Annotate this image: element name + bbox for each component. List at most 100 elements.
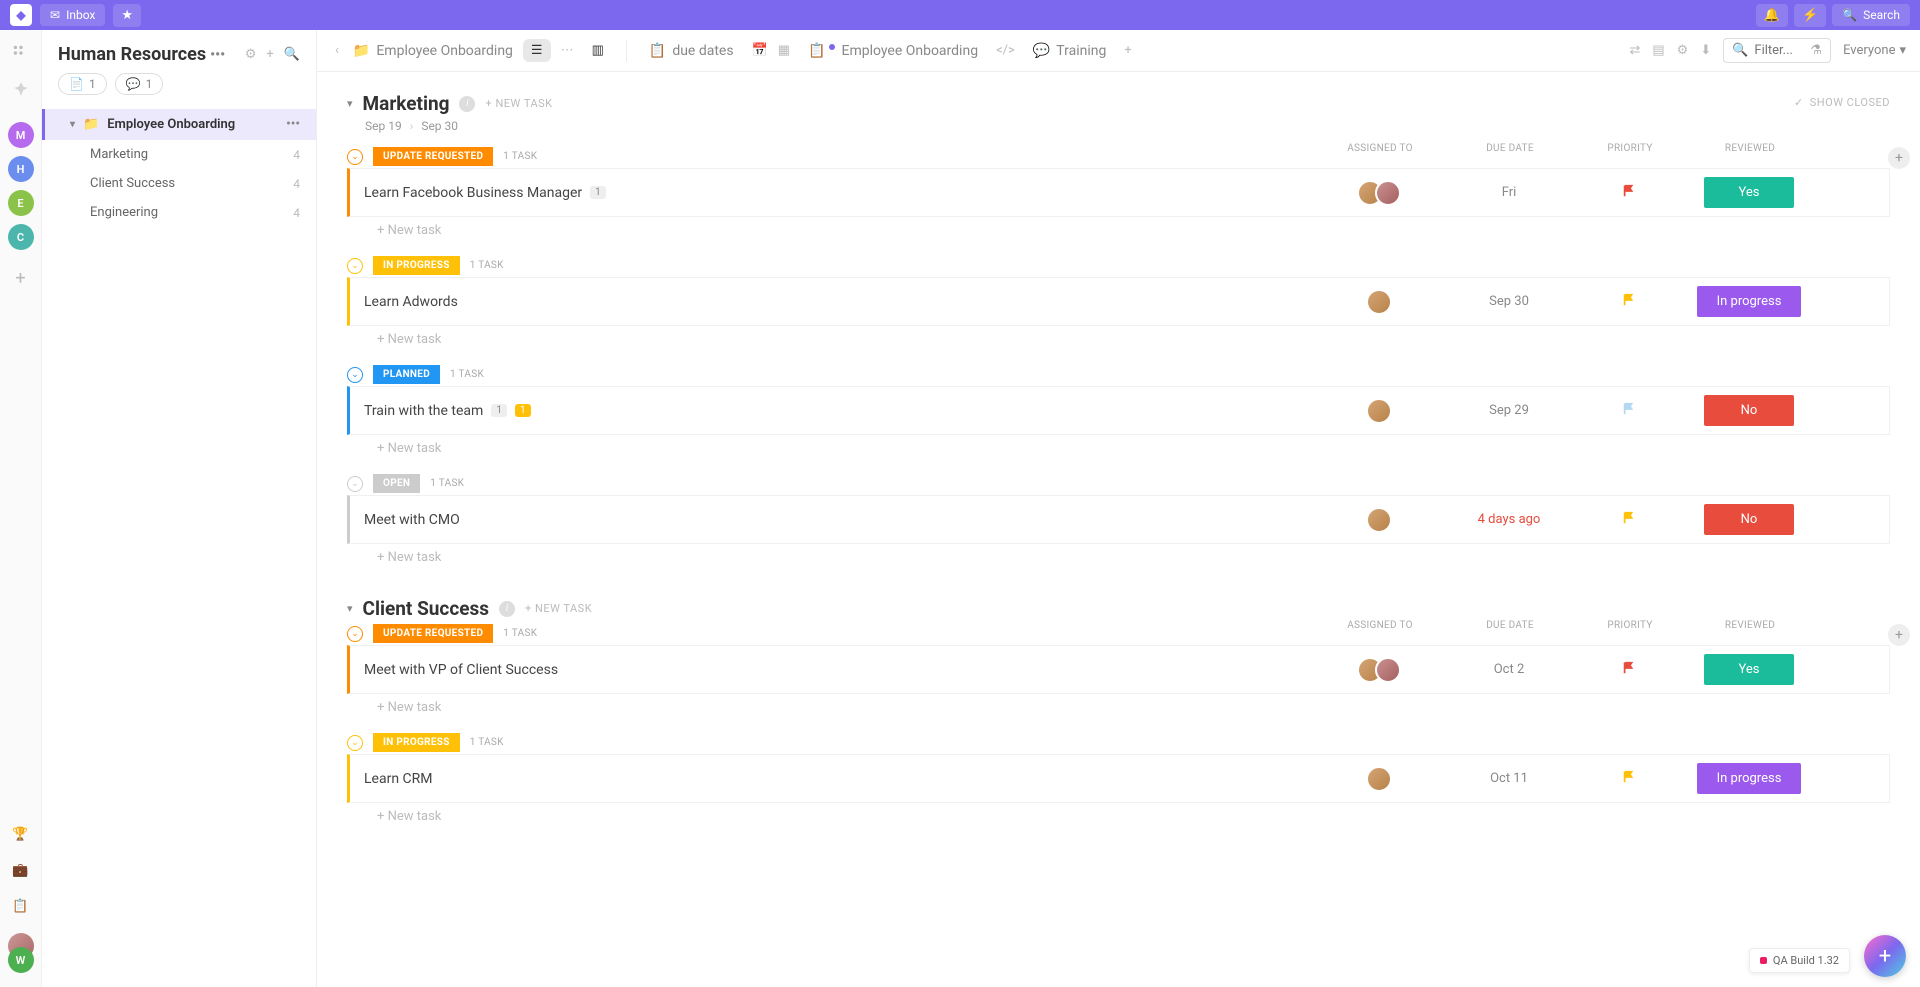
- task-reviewed[interactable]: Yes: [1689, 654, 1809, 685]
- add-column-button[interactable]: +: [1888, 147, 1910, 169]
- status-collapse-toggle[interactable]: ⌄: [347, 476, 363, 492]
- calendar-icon[interactable]: 📅: [752, 43, 768, 58]
- section-new-task-button[interactable]: + NEW TASK: [525, 602, 592, 615]
- task-priority[interactable]: [1579, 402, 1679, 420]
- qa-build-badge[interactable]: QA Build 1.32: [1749, 948, 1850, 973]
- status-badge[interactable]: IN PROGRESS: [373, 256, 460, 275]
- section-collapse-toggle[interactable]: ▾: [347, 602, 353, 615]
- search-button[interactable]: 🔍 Search: [1832, 4, 1910, 26]
- new-task-button[interactable]: + New task: [347, 435, 1890, 456]
- section-title[interactable]: Client Success: [363, 597, 489, 620]
- sidebar-subitem[interactable]: Engineering4: [42, 198, 316, 227]
- section-collapse-toggle[interactable]: ▾: [347, 97, 353, 110]
- status-badge[interactable]: IN PROGRESS: [373, 733, 460, 752]
- status-collapse-toggle[interactable]: ⌄: [347, 735, 363, 751]
- tab-employee-onboarding[interactable]: 📋 Employee Onboarding: [800, 43, 986, 59]
- inbox-button[interactable]: ✉ Inbox: [40, 4, 105, 26]
- notifications-button[interactable]: 🔔: [1756, 4, 1788, 27]
- task-due-date[interactable]: Sep 29: [1449, 403, 1569, 418]
- task-priority[interactable]: [1579, 770, 1679, 788]
- filter-icon[interactable]: ⚗: [1810, 43, 1822, 58]
- status-collapse-toggle[interactable]: ⌄: [347, 149, 363, 165]
- task-reviewed[interactable]: In progress: [1689, 763, 1809, 794]
- new-task-button[interactable]: + New task: [347, 544, 1890, 565]
- clipboard-icon[interactable]: 📋: [12, 897, 30, 915]
- task-reviewed[interactable]: Yes: [1689, 177, 1809, 208]
- info-icon[interactable]: i: [499, 601, 515, 617]
- add-column-button[interactable]: +: [1888, 624, 1910, 646]
- quick-action-button[interactable]: ⚡: [1794, 4, 1826, 27]
- filter-input-wrapper[interactable]: 🔍 ⚗: [1723, 38, 1831, 63]
- item-more-icon[interactable]: •••: [286, 117, 300, 132]
- new-task-button[interactable]: + New task: [347, 217, 1890, 238]
- chat-count-pill[interactable]: 💬 1: [115, 73, 164, 95]
- favorites-button[interactable]: ★: [113, 4, 141, 27]
- list-view-button[interactable]: ☰: [523, 39, 551, 62]
- sidebar-subitem[interactable]: Marketing4: [42, 140, 316, 169]
- task-due-date[interactable]: Fri: [1449, 185, 1569, 200]
- space-avatar[interactable]: M: [8, 122, 34, 148]
- template-icon[interactable]: ▤: [1652, 43, 1664, 58]
- pin-icon[interactable]: [12, 80, 30, 98]
- sidebar-item-employee-onboarding[interactable]: ▾ 📁 Employee Onboarding •••: [42, 109, 316, 140]
- code-icon[interactable]: </>: [996, 43, 1015, 58]
- space-avatar[interactable]: C: [8, 224, 34, 250]
- export-icon[interactable]: ⬇: [1700, 43, 1711, 58]
- task-due-date[interactable]: Sep 30: [1449, 294, 1569, 309]
- task-priority[interactable]: [1579, 511, 1679, 529]
- info-icon[interactable]: i: [459, 96, 475, 112]
- app-logo[interactable]: ◆: [10, 4, 32, 26]
- section-new-task-button[interactable]: + NEW TASK: [485, 97, 552, 110]
- add-view-button[interactable]: +: [1124, 43, 1131, 58]
- task-row[interactable]: Meet with CMO 4 days ago No: [347, 495, 1890, 544]
- new-task-button[interactable]: + New task: [347, 694, 1890, 715]
- filter-input[interactable]: [1754, 43, 1804, 58]
- settings-icon[interactable]: ⚙: [1677, 43, 1689, 58]
- status-badge[interactable]: PLANNED: [373, 365, 440, 384]
- assignee-filter[interactable]: Everyone ▾: [1843, 43, 1906, 58]
- tab-due-dates[interactable]: 📋 due dates: [641, 43, 742, 59]
- sidebar-subitem[interactable]: Client Success4: [42, 169, 316, 198]
- search-sidebar-icon[interactable]: 🔍: [284, 47, 300, 62]
- task-reviewed[interactable]: In progress: [1689, 286, 1809, 317]
- status-badge[interactable]: OPEN: [373, 474, 420, 493]
- status-collapse-toggle[interactable]: ⌄: [347, 367, 363, 383]
- assignee-avatar[interactable]: [1366, 289, 1392, 315]
- new-task-button[interactable]: + New task: [347, 326, 1890, 347]
- assignee-avatar[interactable]: [1366, 398, 1392, 424]
- task-row[interactable]: Learn CRM Oct 11 In progress: [347, 754, 1890, 803]
- task-reviewed[interactable]: No: [1689, 504, 1809, 535]
- assignee-avatar[interactable]: [1375, 180, 1401, 206]
- assignee-avatar[interactable]: [1366, 507, 1392, 533]
- status-collapse-toggle[interactable]: ⌄: [347, 626, 363, 642]
- task-reviewed[interactable]: No: [1689, 395, 1809, 426]
- new-task-button[interactable]: + New task: [347, 803, 1890, 824]
- status-collapse-toggle[interactable]: ⌄: [347, 258, 363, 274]
- task-priority[interactable]: [1579, 184, 1679, 202]
- tab-training[interactable]: 💬 Training: [1025, 43, 1115, 59]
- apps-icon[interactable]: [12, 44, 30, 62]
- back-button[interactable]: ‹: [331, 43, 343, 58]
- task-row[interactable]: Learn Facebook Business Manager 1 Fri Ye…: [347, 168, 1890, 217]
- task-row[interactable]: Train with the team 11 Sep 29 No: [347, 386, 1890, 435]
- create-fab[interactable]: +: [1864, 935, 1906, 977]
- space-avatar[interactable]: H: [8, 156, 34, 182]
- task-row[interactable]: Meet with VP of Client Success Oct 2 Yes: [347, 645, 1890, 694]
- automation-icon[interactable]: ⇄: [1629, 43, 1640, 58]
- breadcrumb[interactable]: 📁 Employee Onboarding: [353, 43, 513, 59]
- status-badge[interactable]: UPDATE REQUESTED: [373, 624, 493, 643]
- task-due-date[interactable]: 4 days ago: [1449, 512, 1569, 527]
- section-title[interactable]: Marketing: [363, 92, 450, 115]
- assignee-avatar[interactable]: [1375, 657, 1401, 683]
- docs-count-pill[interactable]: 📄 1: [58, 73, 107, 95]
- status-badge[interactable]: UPDATE REQUESTED: [373, 147, 493, 166]
- task-due-date[interactable]: Oct 11: [1449, 771, 1569, 786]
- space-title[interactable]: Human Resources •••: [58, 44, 225, 65]
- view-more-icon[interactable]: ⋯: [561, 43, 574, 58]
- show-closed-toggle[interactable]: ✓ SHOW CLOSED: [1794, 96, 1890, 109]
- task-priority[interactable]: [1579, 293, 1679, 311]
- workspace-avatar[interactable]: W: [8, 947, 34, 973]
- assignee-avatar[interactable]: [1366, 766, 1392, 792]
- trophy-icon[interactable]: 🏆: [12, 825, 30, 843]
- add-icon[interactable]: +: [266, 47, 273, 62]
